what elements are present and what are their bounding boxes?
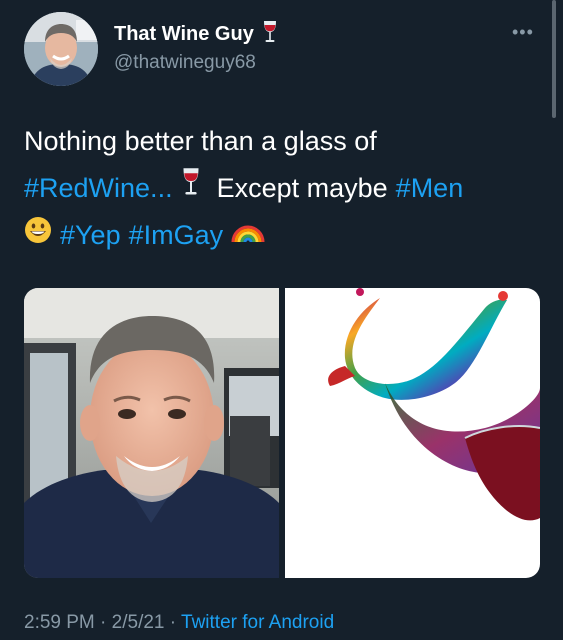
author-name-row[interactable]: That Wine Guy <box>114 20 278 49</box>
tweet-metadata: 2:59 PM · 2/5/21 · Twitter for Android <box>24 612 334 634</box>
tweet-time[interactable]: 2:59 PM <box>24 612 95 633</box>
tweet-text-segment: Nothing better than a glass of <box>24 126 377 156</box>
tweet-line-1: Nothing better than a glass of <box>24 118 544 165</box>
tweet-text: Nothing better than a glass of #RedWine.… <box>24 118 544 259</box>
tweet-date[interactable]: 2/5/21 <box>112 612 165 633</box>
more-options-icon[interactable]: ••• <box>512 22 534 43</box>
separator: · <box>94 612 112 633</box>
hashtag-imgay[interactable]: #ImGay <box>129 212 224 259</box>
wine-glass-icon <box>262 20 278 49</box>
tweet-source[interactable]: Twitter for Android <box>181 612 334 633</box>
author-handle[interactable]: @thatwineguy68 <box>114 52 256 74</box>
avatar-image <box>24 12 98 86</box>
hashtag-yep[interactable]: #Yep <box>60 212 121 259</box>
display-name[interactable]: That Wine Guy <box>114 23 254 46</box>
tweet-text-segment: Except maybe <box>216 173 388 203</box>
rainbow-icon <box>231 212 265 259</box>
tweet-line-3: #Yep #ImGay <box>24 212 544 259</box>
wine-glass-icon <box>181 165 201 212</box>
hashtag-men[interactable]: #Men <box>396 165 464 212</box>
rainbow-wine-splash-image[interactable] <box>285 288 540 578</box>
avatar[interactable] <box>24 12 98 86</box>
grinning-face-icon <box>24 212 52 259</box>
media-grid <box>24 288 540 578</box>
tweet-card: That Wine Guy @thatwineguy68 ••• Nothing… <box>0 0 563 640</box>
hashtag-redwine[interactable]: #RedWine... <box>24 165 173 212</box>
selfie-photo[interactable] <box>24 288 279 578</box>
tweet-line-2: #RedWine... Except maybe #Men <box>24 165 544 212</box>
separator: · <box>164 612 182 633</box>
scrollbar[interactable] <box>552 0 556 118</box>
